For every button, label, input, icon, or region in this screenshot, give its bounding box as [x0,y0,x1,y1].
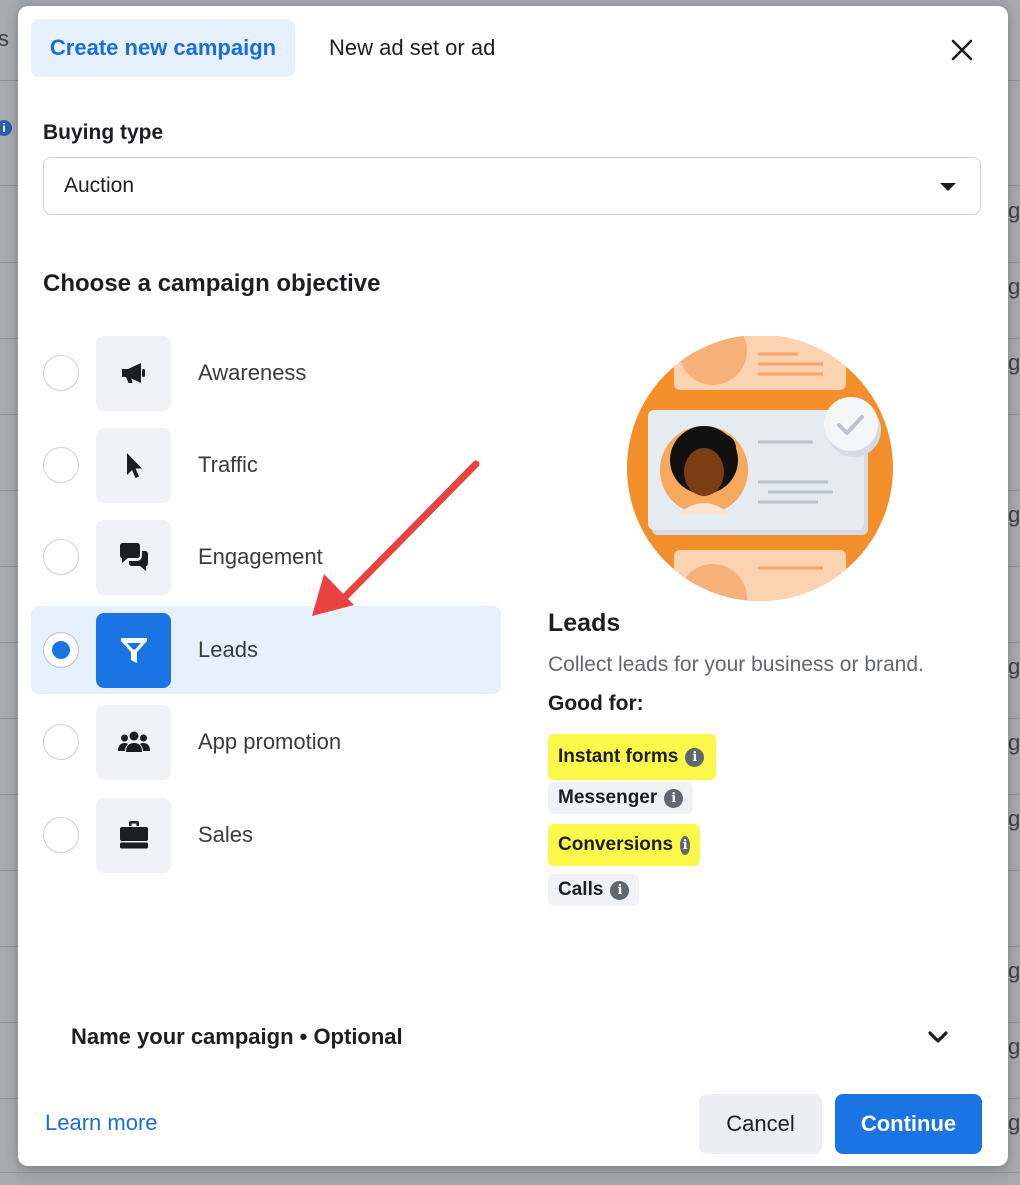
chat-bubbles-icon [119,543,148,571]
objective-label: Leads [198,637,258,662]
objective-label: Awareness [198,360,307,385]
continue-button[interactable]: Continue [835,1094,982,1154]
people-icon [117,731,150,752]
info-icon[interactable]: i [610,880,630,900]
objective-icon-tile [96,427,171,503]
background-text: g [1008,654,1020,679]
good-for-chip-label: Calls [558,879,604,900]
tab-new-ad-set-or-ad[interactable]: New ad set or ad [329,19,495,77]
objective-radio[interactable] [43,539,79,575]
objective-icon-tile [96,335,171,411]
cancel-button[interactable]: Cancel [699,1094,822,1154]
objective-radio[interactable] [43,817,79,853]
background-text: g [1008,958,1020,983]
background-right-strip [1008,0,1020,1185]
objective-radio[interactable] [43,355,79,391]
close-button[interactable] [942,30,982,70]
buying-type-label: Buying type [43,121,164,144]
briefcase-icon [119,821,148,849]
background-left-strip [0,0,18,1185]
good-for-chip: Instant forms i [548,734,716,780]
objective-label: App promotion [198,729,342,754]
caret-down-icon [940,183,956,191]
name-campaign-section-title[interactable]: Name your campaign • Optional [71,1024,403,1050]
buying-type-value: Auction [64,174,135,197]
learn-more-link[interactable]: Learn more [45,1110,158,1136]
chevron-down-icon [928,1031,948,1043]
close-icon [951,39,973,61]
objective-sales[interactable]: Sales [31,791,501,879]
background-text: g [1008,198,1020,223]
background-text: g [1008,1034,1020,1059]
funnel-icon [120,638,147,663]
radio-selected-dot [52,641,70,659]
background-divider [0,1172,1020,1173]
objective-icon-tile [96,797,171,873]
objective-label: Traffic [198,452,258,477]
good-for-chip: Calls i [548,874,640,906]
good-for-chip: Messenger i [548,782,694,814]
objective-label: Sales [198,822,254,847]
background-text: g [1008,502,1020,527]
objective-label: Engagement [198,544,323,569]
create-campaign-dialog: Create new campaign New ad set or ad Buy… [18,6,1008,1166]
objective-detail-title: Leads [548,609,621,637]
objective-app-promotion[interactable]: App promotion [31,698,501,786]
background-text: s [0,26,9,51]
good-for-label: Good for: [548,692,644,715]
good-for-chip: Conversions i [548,824,700,866]
objective-awareness[interactable]: Awareness [31,329,501,417]
background-text: g [1008,730,1020,755]
tab-create-new-campaign[interactable]: Create new campaign [31,19,295,77]
expand-name-campaign-button[interactable] [923,1022,953,1052]
objective-section-title: Choose a campaign objective [43,270,381,297]
background-text: g [1008,350,1020,375]
background-text: g [1008,274,1020,299]
info-icon[interactable]: i [685,747,705,767]
leads-illustration [627,336,893,601]
objective-icon-tile [96,612,171,688]
info-icon[interactable]: i [664,788,684,808]
objective-icon-tile [96,519,171,595]
good-for-chip-label: Conversions [558,834,674,855]
good-for-chip-label: Messenger [558,787,658,808]
info-icon[interactable]: i [680,835,690,855]
background-text: g [1008,806,1020,831]
annotation-arrow [312,460,480,616]
objective-radio[interactable] [43,447,79,483]
megaphone-icon [121,363,145,383]
objective-radio[interactable] [43,724,79,760]
background-text: g [1008,1110,1020,1135]
objective-radio-selected[interactable] [43,632,79,668]
cursor-icon [126,453,142,478]
objective-icon-tile [96,704,171,780]
buying-type-select[interactable]: Auction [43,157,981,215]
objective-detail-description: Collect leads for your business or brand… [548,653,924,676]
good-for-chip-label: Instant forms [558,746,679,767]
